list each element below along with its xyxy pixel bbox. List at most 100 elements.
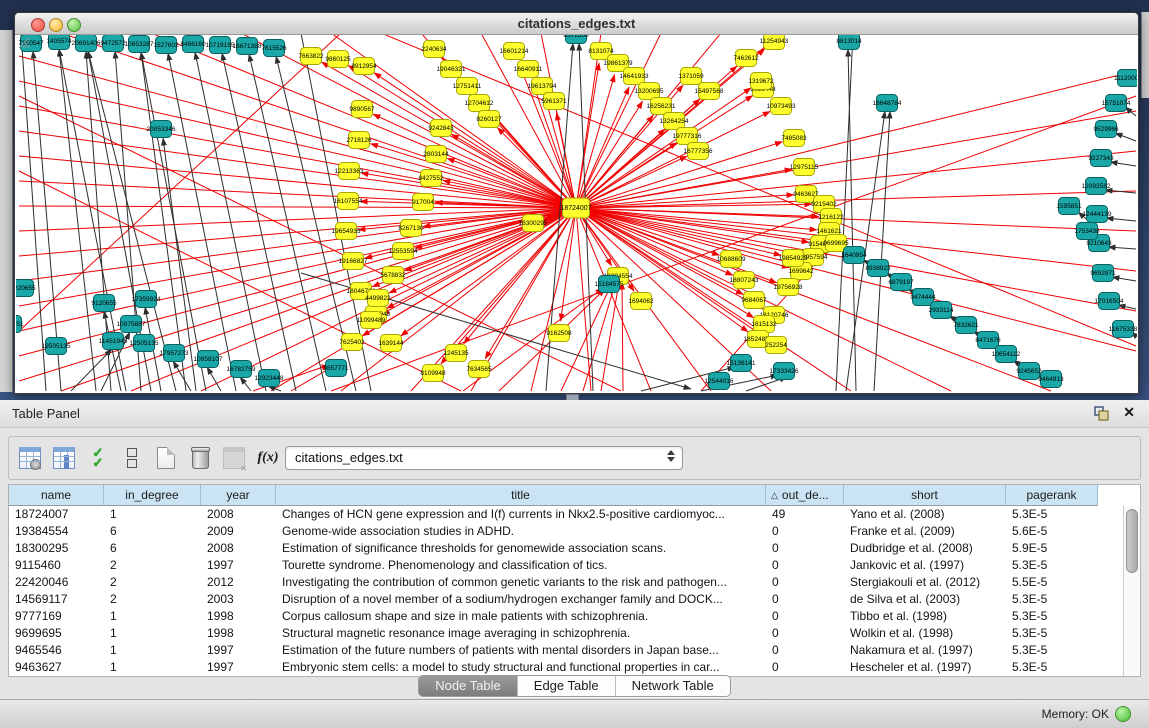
table-cell[interactable]: 2008 — [201, 540, 276, 557]
network-window-titlebar[interactable]: citations_edges.txt — [15, 13, 1138, 35]
table-cell[interactable]: de Silva et al. (2003) — [844, 591, 1006, 608]
table-cell[interactable]: 0 — [766, 540, 844, 557]
network-window[interactable]: citations_edges.txt 92428432803144842755… — [14, 12, 1139, 394]
table-cell[interactable]: 18724007 — [9, 506, 104, 523]
tab-node-table[interactable]: Node Table — [419, 676, 518, 696]
table-cell[interactable]: 1 — [104, 625, 201, 642]
column-header-short[interactable]: short — [844, 485, 1006, 506]
table-cell[interactable]: 5.3E-5 — [1006, 591, 1098, 608]
new-table-button[interactable] — [153, 445, 179, 471]
column-header-in_degree[interactable]: in_degree — [104, 485, 201, 506]
table-cell[interactable]: Wolkin et al. (1998) — [844, 625, 1006, 642]
table-cell[interactable]: 5.3E-5 — [1006, 608, 1098, 625]
table-cell[interactable]: Franke et al. (2009) — [844, 523, 1006, 540]
table-cell[interactable]: 0 — [766, 523, 844, 540]
table-cell[interactable]: 5.3E-5 — [1006, 625, 1098, 642]
column-header-year[interactable]: year — [201, 485, 276, 506]
table-cell[interactable]: 1 — [104, 642, 201, 659]
network-canvas[interactable]: 9242843280314484275529170048267130125535… — [16, 35, 1137, 392]
delete-button[interactable] — [187, 445, 213, 471]
scrollbar-thumb[interactable] — [1126, 509, 1138, 573]
table-settings-button[interactable] — [17, 445, 43, 471]
table-cell[interactable]: 5.6E-5 — [1006, 523, 1098, 540]
column-header-title[interactable]: title — [276, 485, 766, 506]
table-cell[interactable]: 1998 — [201, 608, 276, 625]
table-row[interactable]: 911546021997Tourette syndrome. Phenomeno… — [9, 557, 1124, 574]
table-cell[interactable]: 6 — [104, 540, 201, 557]
table-cell[interactable]: 0 — [766, 591, 844, 608]
table-cell[interactable]: 0 — [766, 557, 844, 574]
table-cell[interactable]: 1 — [104, 506, 201, 523]
table-cell[interactable]: 9463627 — [9, 659, 104, 676]
table-row[interactable]: 2242004622012Investigating the contribut… — [9, 574, 1124, 591]
table-cell[interactable]: 1 — [104, 608, 201, 625]
table-cell[interactable]: Embryonic stem cells: a model to study s… — [276, 659, 766, 676]
close-panel-icon[interactable]: ✕ — [1123, 404, 1135, 421]
table-cell[interactable]: 6 — [104, 523, 201, 540]
table-cell[interactable]: 2012 — [201, 574, 276, 591]
vertical-scrollbar[interactable] — [1123, 506, 1140, 676]
select-rows-button[interactable]: ✓✓ — [85, 445, 111, 471]
table-cell[interactable]: Changes of HCN gene expression and I(f) … — [276, 506, 766, 523]
column-header-out_de[interactable]: △out_de... — [766, 485, 844, 506]
table-cell[interactable]: Yano et al. (2008) — [844, 506, 1006, 523]
table-row[interactable]: 969969511998Structural magnetic resonanc… — [9, 625, 1124, 642]
table-cell[interactable]: 5.5E-5 — [1006, 574, 1098, 591]
table-cell[interactable]: 2009 — [201, 523, 276, 540]
table-select-dropdown[interactable]: citations_edges.txt — [285, 446, 683, 470]
table-cell[interactable]: Estimation of significance thresholds fo… — [276, 540, 766, 557]
table-cell[interactable]: 9777169 — [9, 608, 104, 625]
table-cell[interactable]: 1998 — [201, 625, 276, 642]
table-row[interactable]: 1830029562008Estimation of significance … — [9, 540, 1124, 557]
table-cell[interactable]: 18300295 — [9, 540, 104, 557]
table-cell[interactable]: Jankovic et al. (1997) — [844, 557, 1006, 574]
column-header-pagerank[interactable]: pagerank — [1006, 485, 1098, 506]
table-cell[interactable]: 2 — [104, 574, 201, 591]
table-cell[interactable]: 5.3E-5 — [1006, 642, 1098, 659]
table-cell[interactable]: 2 — [104, 557, 201, 574]
table-cell[interactable]: Hescheler et al. (1997) — [844, 659, 1006, 676]
table-cell[interactable]: 1997 — [201, 659, 276, 676]
table-cell[interactable]: 2 — [104, 591, 201, 608]
table-cell[interactable]: 22420046 — [9, 574, 104, 591]
table-cell[interactable]: Corpus callosum shape and size in male p… — [276, 608, 766, 625]
table-cell[interactable]: Structural magnetic resonance image aver… — [276, 625, 766, 642]
function-builder-button[interactable]: f(x) — [255, 445, 281, 471]
table-row[interactable]: 1938455462009Genome-wide association stu… — [9, 523, 1124, 540]
table-cell[interactable]: 5.3E-5 — [1006, 659, 1098, 676]
table-cell[interactable]: 0 — [766, 659, 844, 676]
table-cell[interactable]: 5.3E-5 — [1006, 557, 1098, 574]
table-cell[interactable]: Investigating the contribution of common… — [276, 574, 766, 591]
table-row[interactable]: 946362711997Embryonic stem cells: a mode… — [9, 659, 1124, 676]
table-cell[interactable]: Tourette syndrome. Phenomenology and cla… — [276, 557, 766, 574]
table-row[interactable]: 1456911722003Disruption of a novel membe… — [9, 591, 1124, 608]
row-height-button[interactable] — [119, 445, 145, 471]
table-cell[interactable]: 9115460 — [9, 557, 104, 574]
resize-grip-icon[interactable] — [16, 35, 30, 49]
column-header-name[interactable]: name — [9, 485, 104, 506]
table-cell[interactable]: Disruption of a novel member of a sodium… — [276, 591, 766, 608]
table-cell[interactable]: 5.3E-5 — [1006, 506, 1098, 523]
tab-edge-table[interactable]: Edge Table — [518, 676, 616, 696]
table-cell[interactable]: Genome-wide association studies in ADHD. — [276, 523, 766, 540]
table-cell[interactable]: 9699695 — [9, 625, 104, 642]
table-cell[interactable]: 0 — [766, 608, 844, 625]
table-cell[interactable]: 0 — [766, 574, 844, 591]
table-cell[interactable]: 1997 — [201, 557, 276, 574]
table-row[interactable]: 946554611997Estimation of the future num… — [9, 642, 1124, 659]
table-cell[interactable]: 9465546 — [9, 642, 104, 659]
table-cell[interactable]: 2003 — [201, 591, 276, 608]
table-cell[interactable]: 19384554 — [9, 523, 104, 540]
table-cell[interactable]: Tibbo et al. (1998) — [844, 608, 1006, 625]
tab-network-table[interactable]: Network Table — [616, 676, 730, 696]
table-cell[interactable]: 1 — [104, 659, 201, 676]
table-cell[interactable]: Nakamura et al. (1997) — [844, 642, 1006, 659]
table-cell[interactable]: Estimation of the future numbers of pati… — [276, 642, 766, 659]
table-cell[interactable]: 1997 — [201, 642, 276, 659]
table-cell[interactable]: 0 — [766, 625, 844, 642]
network-view[interactable]: 9242843280314484275529170048267130125535… — [16, 35, 1137, 392]
table-cell[interactable]: Stergiakouli et al. (2012) — [844, 574, 1006, 591]
table-row[interactable]: 977716911998Corpus callosum shape and si… — [9, 608, 1124, 625]
table-cell[interactable]: 14569117 — [9, 591, 104, 608]
table-cell[interactable]: 5.9E-5 — [1006, 540, 1098, 557]
